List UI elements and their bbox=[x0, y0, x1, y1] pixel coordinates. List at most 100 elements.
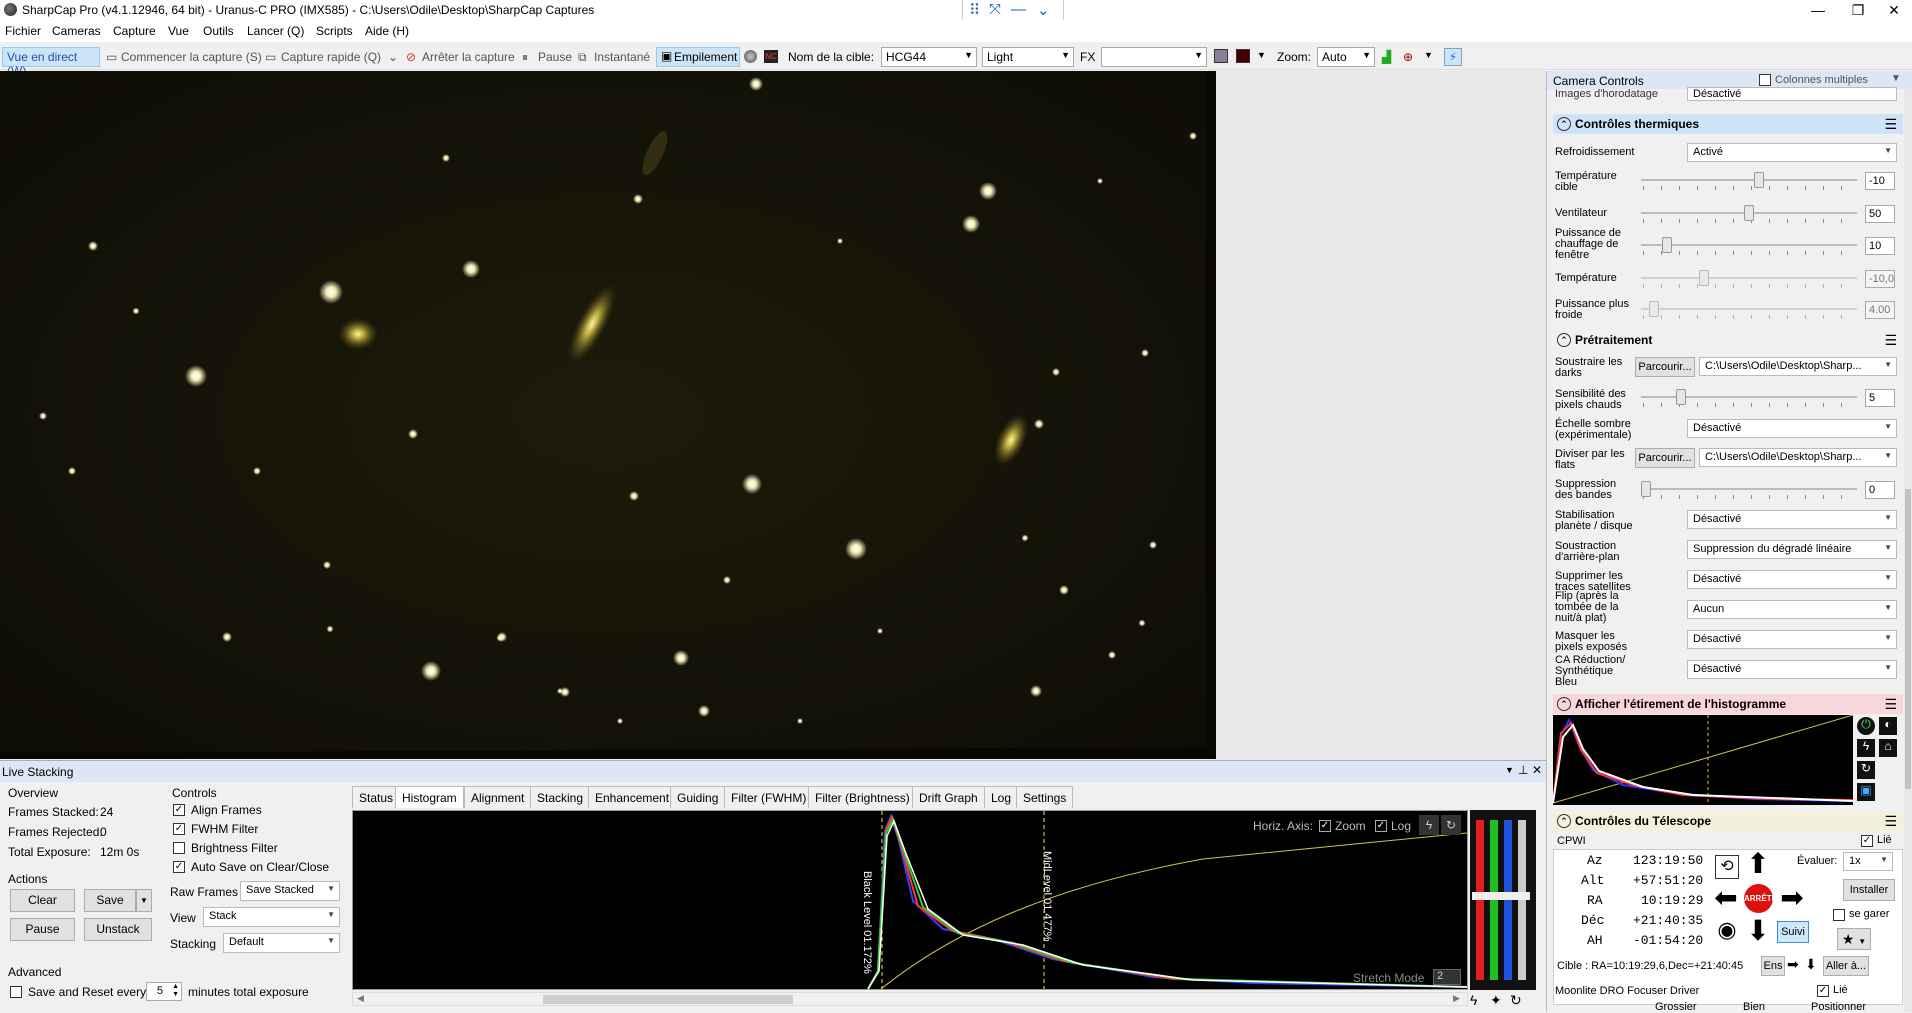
satellite-combo[interactable]: Désactivé ▼ bbox=[1687, 570, 1897, 589]
arrow-left-button[interactable]: ⬅ bbox=[1711, 883, 1741, 913]
collapse-icon[interactable]: ⌃ bbox=[1557, 333, 1571, 347]
save-button[interactable]: Save bbox=[84, 889, 136, 912]
stretch-mode-stepper[interactable]: 2 bbox=[1433, 969, 1461, 985]
window-heater-input[interactable]: 10 bbox=[1865, 237, 1895, 255]
hamburger-icon[interactable]: ☰ bbox=[1884, 696, 1897, 713]
collapse-icon[interactable]: ⌃ bbox=[1557, 814, 1571, 828]
menu-file[interactable]: Fichier bbox=[5, 24, 41, 38]
save-options-button[interactable]: ▼ bbox=[136, 889, 152, 912]
flats-path-combo[interactable]: C:\Users\Odile\Desktop\Sharp... ▼ bbox=[1699, 448, 1897, 467]
stabilisation-combo[interactable]: Désactivé ▼ bbox=[1687, 510, 1897, 529]
rgb-level-sliders[interactable] bbox=[1470, 810, 1536, 990]
log-checkbox[interactable]: ✓ bbox=[1375, 820, 1387, 832]
park-checkbox[interactable] bbox=[1833, 909, 1845, 921]
scrollbar-thumb[interactable] bbox=[543, 995, 793, 1004]
panel-menu-icon[interactable]: ▼ bbox=[1891, 73, 1901, 84]
target-temp-input[interactable]: -10 bbox=[1865, 172, 1895, 190]
track-button[interactable]: Suivi bbox=[1777, 921, 1809, 943]
thermal-section-header[interactable]: ⌃ Contrôles thermiques ☰ bbox=[1553, 114, 1903, 134]
lock-icon[interactable]: ⌂ bbox=[1879, 739, 1897, 757]
rate-combo[interactable]: 1x ▼ bbox=[1843, 852, 1893, 871]
auto-save-checkbox[interactable]: ✓ bbox=[173, 861, 185, 873]
hamburger-icon[interactable]: ☰ bbox=[1884, 332, 1897, 349]
collapse-icon[interactable]: ⌃ bbox=[1557, 117, 1571, 131]
browse-flats-button[interactable]: Parcourir... bbox=[1635, 448, 1695, 468]
scroll-left-icon[interactable]: ◀ bbox=[357, 993, 364, 1004]
tab-guiding[interactable]: Guiding bbox=[670, 786, 726, 808]
menu-cameras[interactable]: Cameras bbox=[52, 24, 101, 38]
hot-pixel-input[interactable]: 5 bbox=[1865, 389, 1895, 407]
fwhm-filter-checkbox[interactable]: ✓ bbox=[173, 823, 185, 835]
collapse-icon[interactable]: ⌃ bbox=[1557, 697, 1571, 711]
tab-enhancement[interactable]: Enhancement bbox=[588, 786, 677, 808]
target-temp-slider[interactable] bbox=[1641, 172, 1857, 192]
menu-capture[interactable]: Capture bbox=[113, 24, 156, 38]
maximize-button[interactable]: ❐ bbox=[1838, 0, 1878, 20]
tab-stacking[interactable]: Stacking bbox=[530, 786, 591, 808]
view-combo[interactable]: Stack ▼ bbox=[203, 907, 340, 927]
chevron-down-icon[interactable]: ⌄ bbox=[388, 50, 398, 64]
minimize-bar-icon[interactable]: — bbox=[1011, 1, 1026, 18]
histogram-icon[interactable]: ▟ bbox=[1382, 50, 1391, 64]
slider-handles[interactable] bbox=[1472, 892, 1530, 900]
fan-input[interactable]: 50 bbox=[1865, 205, 1895, 223]
zoom-checkbox[interactable]: ✓ bbox=[1319, 820, 1331, 832]
multi-columns-checkbox[interactable] bbox=[1759, 74, 1771, 86]
raw-frames-combo[interactable]: Save Stacked ▼ bbox=[240, 881, 340, 901]
panel-scrollbar[interactable] bbox=[1904, 89, 1912, 1012]
hamburger-icon[interactable]: ☰ bbox=[1884, 116, 1897, 133]
stop-button[interactable]: ARRÊTE bbox=[1744, 884, 1777, 913]
quick-capture-button[interactable]: Capture rapide (Q) bbox=[281, 50, 381, 64]
hamburger-icon[interactable]: ☰ bbox=[1884, 813, 1897, 830]
green-slider[interactable] bbox=[1490, 820, 1498, 980]
browse-darks-button[interactable]: Parcourir... bbox=[1635, 357, 1695, 377]
luminance-slider[interactable] bbox=[1518, 820, 1526, 980]
tab-filter-fwhm[interactable]: Filter (FWHM) bbox=[724, 786, 814, 808]
snap-icon[interactable]: ⤧ bbox=[989, 1, 1001, 18]
window-heater-slider[interactable] bbox=[1641, 237, 1857, 257]
hot-pixel-slider[interactable] bbox=[1641, 389, 1857, 409]
arrow-right-icon[interactable]: ➡ bbox=[1787, 956, 1799, 973]
brightness-filter-checkbox[interactable] bbox=[173, 842, 185, 854]
telescope-linked-checkbox[interactable]: ✓ bbox=[1861, 835, 1873, 847]
chevron-down-icon[interactable]: ⌄ bbox=[1037, 1, 1050, 19]
dark-scale-combo[interactable]: Désactivé ▼ bbox=[1687, 419, 1897, 438]
timestamp-combo[interactable]: Désactivé bbox=[1687, 87, 1897, 101]
background-combo[interactable]: Suppression du dégradé linéaire ▼ bbox=[1687, 540, 1897, 559]
flip-combo[interactable]: Aucun ▼ bbox=[1687, 600, 1897, 619]
target-name-combo[interactable]: HCG44 ▼ bbox=[881, 47, 977, 67]
power-icon[interactable]: ⏻ bbox=[1857, 717, 1875, 735]
reset-icon[interactable]: ↻ bbox=[1510, 992, 1522, 1009]
goto-button[interactable]: Aller à... bbox=[1823, 956, 1869, 976]
blue-slider[interactable] bbox=[1504, 820, 1512, 980]
stack-histogram[interactable]: Black Level 01.172% MidLevel 01.477% Hor… bbox=[352, 810, 1468, 990]
clear-button[interactable]: Clear bbox=[10, 889, 75, 912]
stacking-mode-combo[interactable]: Default ▼ bbox=[223, 933, 340, 953]
reticle-icon[interactable] bbox=[1236, 49, 1250, 63]
stacking-button[interactable]: ▣ Empilement bbox=[656, 47, 740, 67]
lightning-icon[interactable]: ϟ bbox=[1857, 739, 1875, 757]
save-icon[interactable]: ▣ bbox=[1857, 783, 1875, 801]
stepper-arrows-icon[interactable]: ▲ ▼ bbox=[172, 983, 179, 999]
ca-reduction-combo[interactable]: Désactivé ▼ bbox=[1687, 660, 1897, 679]
save-reset-checkbox[interactable] bbox=[10, 986, 22, 998]
sparkle-icon[interactable]: ✦ bbox=[1490, 992, 1502, 1009]
lightning-icon[interactable]: ϟ bbox=[1419, 815, 1439, 835]
focuser-linked-checkbox[interactable]: ✓ bbox=[1817, 985, 1829, 997]
tab-filter-brightness[interactable]: Filter (Brightness) bbox=[808, 786, 917, 808]
lightning-icon[interactable]: ϟ bbox=[1470, 992, 1477, 1008]
telescope-section-header[interactable]: ⌃ Contrôles du Télescope ☰ bbox=[1553, 811, 1903, 831]
darks-path-combo[interactable]: C:\Users\Odile\Desktop\Sharp... ▼ bbox=[1699, 357, 1897, 376]
menu-scripts[interactable]: Scripts bbox=[316, 24, 353, 38]
arrow-down-icon[interactable]: ⬇ bbox=[1805, 956, 1817, 973]
arrow-right-button[interactable]: ➡ bbox=[1777, 883, 1807, 913]
arrow-up-button[interactable]: ⬆ bbox=[1743, 849, 1773, 879]
dropdown-icon[interactable]: ▼ bbox=[1505, 765, 1514, 775]
tab-alignment[interactable]: Alignment bbox=[464, 786, 532, 808]
minutes-stepper[interactable]: 5 ▲ ▼ bbox=[146, 982, 182, 1001]
pause-button[interactable]: Pause bbox=[538, 50, 572, 64]
magnifier-icon[interactable]: ⊕ bbox=[1403, 50, 1413, 64]
banding-input[interactable]: 0 bbox=[1865, 481, 1895, 499]
pause-stack-button[interactable]: Pause bbox=[10, 918, 75, 941]
menu-launch[interactable]: Lancer (Q) bbox=[247, 24, 304, 38]
